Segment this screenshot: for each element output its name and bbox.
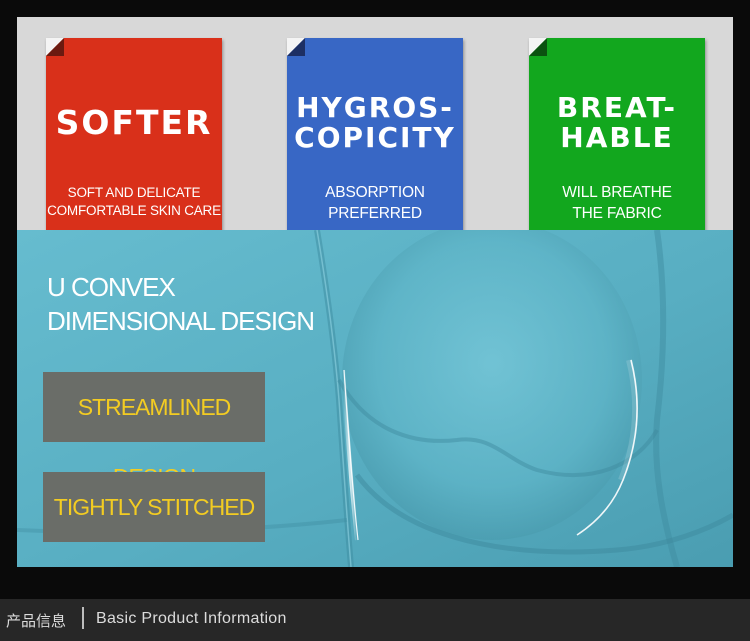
feature-heading-line: DIMENSIONAL DESIGN [47, 306, 315, 336]
feature-tightly-stitched: TIGHTLY STITCHED [43, 472, 265, 542]
card-subtitle-line: THE FABRIC [572, 205, 662, 222]
corner-fold-icon [529, 38, 547, 56]
card-subtitle-line: COMFORTABLE SKIN CARE [47, 203, 221, 218]
card-title-line: HYGROS- [296, 91, 454, 124]
corner-fold-icon [287, 38, 305, 56]
card-softer: SOFTER SOFT AND DELICATE COMFORTABLE SKI… [46, 38, 222, 239]
card-title: HYGROS- COPICITY [287, 93, 463, 153]
card-subtitle-line: WILL BREATHE [562, 184, 672, 201]
card-subtitle: ABSORPTION PREFERRED [287, 182, 463, 224]
page-frame: SOFTER SOFT AND DELICATE COMFORTABLE SKI… [0, 0, 750, 641]
card-subtitle: WILL BREATHE THE FABRIC [529, 182, 705, 224]
product-info-label-english: Basic Product Information [96, 610, 287, 627]
card-hygroscopicity: HYGROS- COPICITY ABSORPTION PREFERRED [287, 38, 463, 239]
divider [82, 607, 84, 629]
card-title: BREAT- HABLE [529, 93, 705, 153]
product-info-label-chinese: 产品信息 [6, 612, 67, 630]
fabric-closeup: U CONVEX DIMENSIONAL DESIGN STREAMLINED … [17, 230, 733, 567]
corner-fold-icon [46, 38, 64, 56]
card-title: SOFTER [55, 103, 213, 142]
card-title-line: HABLE [560, 121, 674, 154]
card-subtitle: SOFT AND DELICATE COMFORTABLE SKIN CARE [46, 184, 222, 220]
product-feature-banner: SOFTER SOFT AND DELICATE COMFORTABLE SKI… [17, 17, 733, 567]
card-title-line: COPICITY [294, 121, 456, 154]
card-breathable: BREAT- HABLE WILL BREATHE THE FABRIC [529, 38, 705, 239]
card-title-line: BREAT- [556, 91, 678, 124]
card-subtitle-line: SOFT AND DELICATE [67, 185, 201, 200]
feature-heading: U CONVEX DIMENSIONAL DESIGN [47, 270, 315, 338]
feature-streamlined-design: STREAMLINED DESIGN [43, 372, 265, 490]
card-subtitle-line: ABSORPTION [325, 184, 425, 201]
card-subtitle-line: PREFERRED [328, 205, 422, 222]
feature-cards-area: SOFTER SOFT AND DELICATE COMFORTABLE SKI… [17, 17, 733, 239]
product-info-header: 产品信息 Basic Product Information [0, 599, 750, 641]
feature-heading-line: U CONVEX [47, 272, 176, 302]
